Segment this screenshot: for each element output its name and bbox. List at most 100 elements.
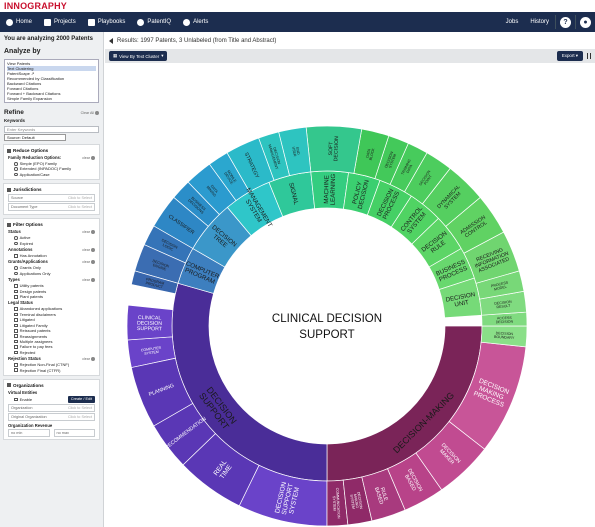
nav-playbooks-label: Playbooks <box>97 19 126 25</box>
checkbox[interactable] <box>14 339 18 344</box>
select-hint: Click to Select <box>67 196 92 201</box>
sidebar: You are analyzing 2000 Patents Analyze b… <box>0 32 104 527</box>
radio-button[interactable] <box>14 241 18 246</box>
enable-option[interactable]: Enable <box>14 397 32 402</box>
organizations-section: Organizations Virtual Entities Enable Cre… <box>3 378 100 441</box>
checkbox[interactable] <box>14 323 18 328</box>
checkbox[interactable] <box>14 318 18 322</box>
jurisdictions-heading[interactable]: Jurisdictions <box>6 186 97 193</box>
source-field[interactable]: Source Click to Select <box>8 194 95 203</box>
revenue-min-select[interactable]: no min <box>8 429 50 438</box>
grid-icon: ▦ <box>113 53 118 58</box>
checkbox[interactable] <box>14 307 18 311</box>
app-logo[interactable]: INNOGRAPHY <box>4 1 94 12</box>
home-icon <box>6 18 13 26</box>
checkbox[interactable] <box>14 329 18 333</box>
checkbox[interactable] <box>14 312 18 317</box>
clear-all-label: Clear All <box>80 110 94 115</box>
nav-projects[interactable]: Projects <box>38 12 82 32</box>
radio-button[interactable] <box>14 172 18 177</box>
types-label: Types clear <box>6 276 97 283</box>
revenue-max-select[interactable]: no max <box>53 429 95 438</box>
annotations-text: Annotations <box>8 247 33 253</box>
create-edit-button[interactable]: Create / Edit <box>67 395 95 404</box>
clear-button[interactable]: clear <box>82 155 95 160</box>
analyze-option[interactable]: Simple Family Expansion <box>7 96 96 101</box>
original-organization-field[interactable]: Original Organization Click to Select <box>8 413 95 422</box>
grants-label: Grants/Applications clear <box>6 258 97 265</box>
checkbox[interactable] <box>14 334 18 338</box>
family-option[interactable]: Application/Case <box>6 172 97 177</box>
nav-jobs[interactable]: Jobs <box>500 12 525 32</box>
view-by-button[interactable]: ▦ View By Text Cluster ▾ <box>109 51 168 61</box>
keywords-label: Keywords <box>4 118 25 123</box>
nav-patentiq[interactable]: PatentIQ <box>131 12 177 32</box>
revenue-text: Organization Revenue <box>8 423 53 429</box>
organizations-title: Organizations <box>13 382 44 388</box>
filter-options-title: Filter Options <box>13 222 43 228</box>
legal-status-text: Legal Status <box>8 300 33 306</box>
nav-alerts[interactable]: Alerts <box>177 12 214 32</box>
view-by-label: View By Text Cluster <box>119 53 160 59</box>
keywords-input[interactable]: Enter Keywords <box>4 126 99 133</box>
radio-button[interactable] <box>14 167 18 171</box>
help-button[interactable]: ? <box>560 16 571 28</box>
user-icon[interactable]: ● <box>580 16 591 28</box>
chart-toolbar: ▦ View By Text Cluster ▾ Export ▾ <box>105 49 595 63</box>
folder-icon <box>44 18 52 26</box>
checkbox[interactable] <box>14 294 18 299</box>
checkbox[interactable] <box>14 397 18 402</box>
reduce-options-title: Reduce Options <box>13 148 49 153</box>
checkbox[interactable] <box>14 284 18 288</box>
analyze-by-list[interactable]: View Patents Text Clustering PatentScape… <box>4 59 99 103</box>
nav-history[interactable]: History <box>524 12 555 32</box>
sunburst-center[interactable] <box>209 208 445 444</box>
analyze-by-heading: Analyze by <box>4 48 41 55</box>
document-type-field[interactable]: Document Type Click to Select <box>8 203 95 212</box>
nav-divider <box>555 15 556 29</box>
select-hint: Click to Select <box>67 406 92 411</box>
playbook-icon <box>87 18 95 26</box>
refine-heading: Refine <box>4 109 24 116</box>
radio-button[interactable] <box>14 236 18 240</box>
grants-text: Grants/Applications <box>8 259 48 265</box>
checkbox[interactable] <box>14 363 18 367</box>
collapse-sidebar-icon[interactable] <box>109 37 113 44</box>
nav-patentiq-label: PatentIQ <box>147 19 172 25</box>
jurisdictions-title: Jurisdictions <box>13 187 42 193</box>
clear-all-button[interactable]: Clear All <box>80 110 99 115</box>
filter-options-heading[interactable]: Filter Options <box>6 221 97 228</box>
checkbox[interactable] <box>14 289 18 294</box>
radio-button[interactable] <box>14 161 18 166</box>
legal-status-label: Legal Status <box>6 299 97 306</box>
nav-home[interactable]: Home <box>0 12 38 32</box>
option-label: Rejection Final (CTFR) <box>19 367 61 373</box>
clear-button[interactable]: clear <box>82 247 95 252</box>
clear-button[interactable]: clear <box>82 277 95 282</box>
clear-button[interactable]: clear <box>82 259 95 264</box>
source-label: Source <box>11 196 24 201</box>
radio-button[interactable] <box>14 266 18 270</box>
checkbox[interactable] <box>14 253 18 258</box>
checkbox[interactable] <box>14 345 18 349</box>
organization-field[interactable]: Organization Click to Select <box>8 404 95 413</box>
clear-button[interactable]: clear <box>82 356 95 361</box>
reduce-options-heading[interactable]: Reduce Options <box>6 147 97 154</box>
nav-playbooks[interactable]: Playbooks <box>82 12 132 32</box>
clear-label: clear <box>82 247 90 252</box>
checkbox[interactable] <box>14 350 18 355</box>
nav-projects-label: Projects <box>54 19 76 25</box>
clear-icon <box>91 259 95 264</box>
export-button[interactable]: Export ▾ <box>556 51 583 61</box>
clear-button[interactable]: clear <box>82 229 95 234</box>
source-select[interactable]: Source: Default <box>4 134 66 141</box>
organizations-heading[interactable]: Organizations <box>6 382 97 389</box>
rejection-option[interactable]: Rejection Final (CTFR) <box>6 368 97 373</box>
radio-button[interactable] <box>14 271 18 276</box>
select-hint: Click to Select <box>67 415 92 420</box>
analyzing-count: You are analyzing 2000 Patents <box>4 36 93 42</box>
sunburst-chart: DECISION-MAKINGDECISIONSUPPORTCOMPUTERPR… <box>126 125 528 527</box>
checkbox[interactable] <box>14 368 18 373</box>
nav-divider <box>575 15 576 29</box>
pause-icon[interactable] <box>587 53 591 59</box>
